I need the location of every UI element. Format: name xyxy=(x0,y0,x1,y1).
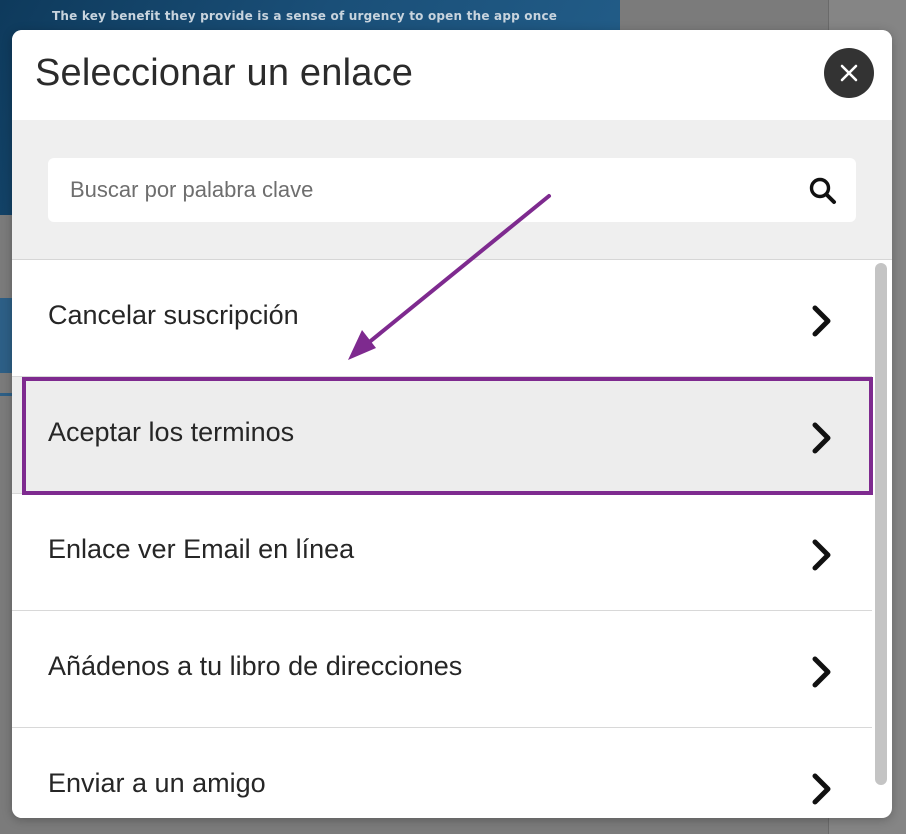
list-item-aceptar-terminos[interactable]: Aceptar los terminos xyxy=(12,377,872,494)
close-icon xyxy=(840,64,858,82)
list-item-libro-direcciones[interactable]: Añádenos a tu libro de direcciones xyxy=(12,611,872,728)
link-select-modal: Seleccionar un enlace Cancelar suscripci… xyxy=(12,30,892,818)
chevron-right-icon xyxy=(812,422,831,454)
background-banner-text: The key benefit they provide is a sense … xyxy=(52,9,558,23)
scrollbar-thumb[interactable] xyxy=(875,263,887,785)
list-item-label: Enlace ver Email en línea xyxy=(48,534,355,564)
list-item-ver-email-en-linea[interactable]: Enlace ver Email en línea xyxy=(12,494,872,611)
search-icon[interactable] xyxy=(808,176,838,206)
list-item-label: Enviar a un amigo xyxy=(48,768,266,798)
chevron-right-icon xyxy=(812,539,831,571)
chevron-right-icon xyxy=(812,656,831,688)
list-item-enviar-amigo[interactable]: Enviar a un amigo xyxy=(12,728,872,818)
close-button[interactable] xyxy=(824,48,874,98)
chevron-right-icon xyxy=(812,773,831,805)
search-input[interactable] xyxy=(48,158,810,222)
list-item-cancelar-suscripcion[interactable]: Cancelar suscripción xyxy=(12,260,872,377)
chevron-right-icon xyxy=(812,305,831,337)
list-item-label: Añádenos a tu libro de direcciones xyxy=(48,651,463,681)
modal-header: Seleccionar un enlace xyxy=(12,30,892,120)
list-item-label: Cancelar suscripción xyxy=(48,300,299,330)
list-item-label: Aceptar los terminos xyxy=(48,417,295,447)
background-tab xyxy=(0,298,12,373)
search-area xyxy=(12,120,892,260)
search-box xyxy=(48,158,856,222)
link-list: Cancelar suscripción Aceptar los termino… xyxy=(12,260,892,818)
modal-title: Seleccionar un enlace xyxy=(35,52,414,94)
